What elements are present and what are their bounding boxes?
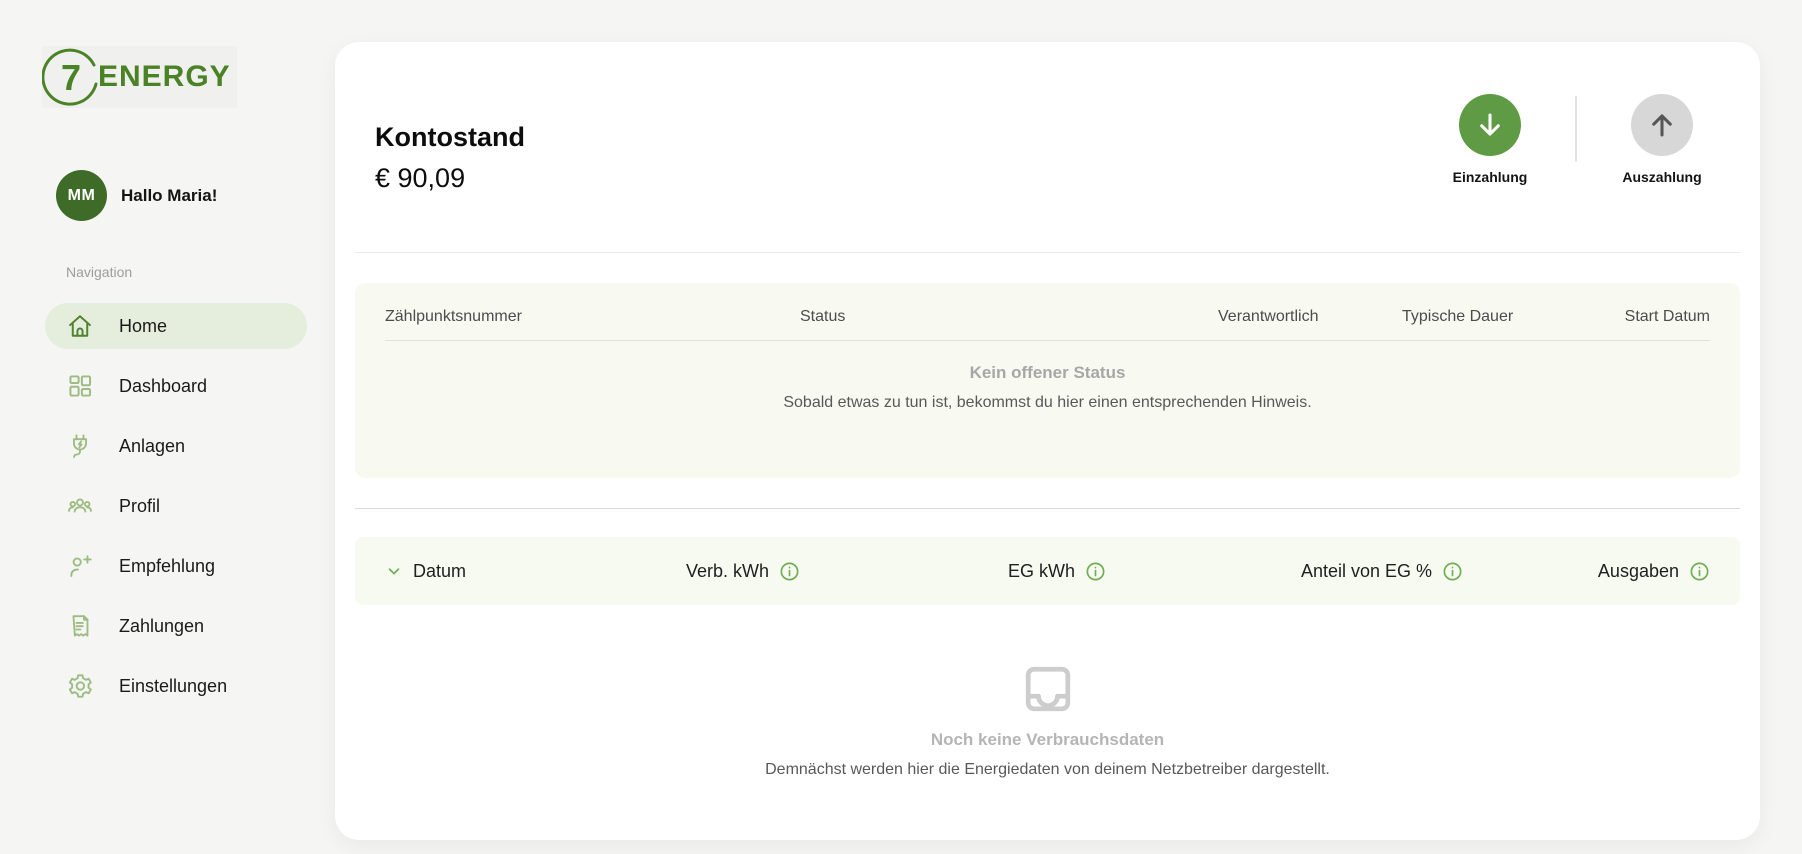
home-icon xyxy=(66,312,94,340)
logo-text: ENERGY xyxy=(98,60,231,93)
consumption-empty-title: Noch keine Verbrauchsdaten xyxy=(930,730,1165,749)
info-icon[interactable] xyxy=(1085,561,1106,582)
person-add-icon xyxy=(66,552,94,580)
user-row: MM Hallo Maria! xyxy=(56,170,217,221)
sidebar-item-einstellungen[interactable]: Einstellungen xyxy=(45,663,307,709)
sidebar-item-anlagen[interactable]: Anlagen xyxy=(45,423,307,469)
sidebar-item-label: Zahlungen xyxy=(119,615,205,636)
column-header: Zählpunktsnummer xyxy=(385,308,522,325)
column-header: Typische Dauer xyxy=(1402,308,1514,325)
account-header: Kontostand € 90,09 Einzahlung Auszahlung xyxy=(375,94,1722,194)
balance-amount: € 90,09 xyxy=(375,163,466,193)
people-icon xyxy=(66,492,94,520)
sidebar-item-label: Profil xyxy=(119,495,161,516)
consumption-table-header: Datum Verb. kWh EG kWh Anteil von EG % A… xyxy=(355,537,1740,605)
account-actions: Einzahlung Auszahlung xyxy=(1430,94,1722,194)
column-header: Status xyxy=(800,308,846,325)
nav-section-label: Navigation xyxy=(66,264,133,280)
sidebar-item-label: Einstellungen xyxy=(119,675,228,696)
column-header-label: Ausgaben xyxy=(1597,560,1679,581)
deposit-label: Einzahlung xyxy=(1452,169,1528,185)
status-empty-subtitle: Sobald etwas zu tun ist, bekommst du hie… xyxy=(783,394,1312,411)
withdraw-button[interactable] xyxy=(1631,94,1693,156)
column-header-label: Datum xyxy=(413,560,467,581)
withdraw-label: Auszahlung xyxy=(1622,169,1702,185)
status-empty-state: Kein offener Status Sobald etwas zu tun … xyxy=(385,363,1710,412)
column-header-ausgaben: Ausgaben xyxy=(1463,561,1710,582)
status-card: Zählpunktsnummer Status Verantwortlich T… xyxy=(355,283,1740,478)
chevron-down-icon[interactable] xyxy=(385,562,403,580)
sidebar-item-label: Home xyxy=(119,315,168,336)
divider xyxy=(355,508,1740,509)
deposit-action: Einzahlung xyxy=(1430,94,1550,185)
column-header-label: Anteil von EG % xyxy=(1300,560,1432,581)
column-header-datum[interactable]: Datum xyxy=(385,561,565,582)
logo-circle-icon: 7 xyxy=(42,48,100,106)
logo-number: 7 xyxy=(60,57,82,98)
sidebar-item-dashboard[interactable]: Dashboard xyxy=(45,363,307,409)
plug-icon xyxy=(66,432,94,460)
receipt-icon xyxy=(66,612,94,640)
column-header-eg-kwh: EG kWh xyxy=(800,561,1106,582)
consumption-empty-state: Noch keine Verbrauchsdaten Demnächst wer… xyxy=(335,662,1760,779)
sidebar-nav: Home Dashboard Anlagen Profil Empfehlung… xyxy=(0,303,335,709)
deposit-button[interactable] xyxy=(1459,94,1521,156)
actions-divider xyxy=(1575,96,1577,162)
info-icon[interactable] xyxy=(779,561,800,582)
gear-icon xyxy=(66,672,94,700)
avatar: MM xyxy=(56,170,107,221)
withdraw-action: Auszahlung xyxy=(1602,94,1722,185)
divider xyxy=(355,252,1740,253)
info-icon[interactable] xyxy=(1442,561,1463,582)
sidebar-item-empfehlung[interactable]: Empfehlung xyxy=(45,543,307,589)
consumption-empty-subtitle: Demnächst werden hier die Energiedaten v… xyxy=(765,761,1330,778)
page-title: Kontostand xyxy=(375,122,525,152)
sidebar-item-label: Anlagen xyxy=(119,435,186,456)
brand-logo: 7 ENERGY xyxy=(42,46,237,108)
inbox-icon xyxy=(1021,662,1075,716)
column-header-verb-kwh: Verb. kWh xyxy=(565,561,800,582)
column-header: Start Datum xyxy=(1624,308,1710,325)
sidebar-item-profil[interactable]: Profil xyxy=(45,483,307,529)
info-icon[interactable] xyxy=(1689,561,1710,582)
sidebar-item-label: Dashboard xyxy=(119,375,208,396)
arrow-up-icon xyxy=(1646,109,1678,141)
arrow-down-icon xyxy=(1474,109,1506,141)
column-header-label: EG kWh xyxy=(1007,560,1075,581)
sidebar-item-zahlungen[interactable]: Zahlungen xyxy=(45,603,307,649)
dashboard-icon xyxy=(66,372,94,400)
column-header-anteil-eg: Anteil von EG % xyxy=(1106,561,1463,582)
status-table-header: Zählpunktsnummer Status Verantwortlich T… xyxy=(385,283,1710,341)
status-empty-title: Kein offener Status xyxy=(969,363,1126,382)
column-header-label: Verb. kWh xyxy=(685,560,769,581)
sidebar-item-label: Empfehlung xyxy=(119,555,216,576)
user-greeting: Hallo Maria! xyxy=(121,185,218,205)
sidebar-item-home[interactable]: Home xyxy=(45,303,307,349)
sidebar: 7 ENERGY MM Hallo Maria! Navigation Home xyxy=(0,0,335,854)
column-header: Verantwortlich xyxy=(1218,308,1319,325)
main-panel: Kontostand € 90,09 Einzahlung Auszahlung… xyxy=(335,42,1760,840)
